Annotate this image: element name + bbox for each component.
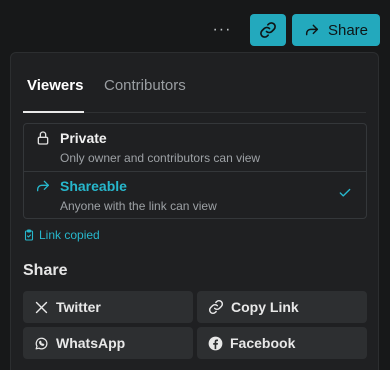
copy-link-button[interactable]: Copy Link	[197, 291, 367, 323]
tab-bar: Viewers Contributors	[23, 53, 366, 113]
more-dots-icon: ···	[212, 21, 232, 38]
copy-link-toolbar-button[interactable]	[249, 14, 286, 46]
copy-link-label: Copy Link	[231, 299, 299, 315]
tab-viewers[interactable]: Viewers	[27, 77, 83, 94]
tab-contributors[interactable]: Contributors	[104, 77, 186, 94]
visibility-options: Private Only owner and contributors can …	[23, 123, 367, 219]
share-button-label: Share	[327, 21, 368, 39]
lock-icon	[37, 131, 49, 145]
option-shareable[interactable]: Shareable Anyone with the link can view	[24, 171, 366, 218]
clipboard-icon	[24, 229, 34, 241]
option-shareable-title: Shareable	[60, 178, 127, 194]
link-icon	[208, 299, 224, 315]
x-logo-icon	[35, 301, 48, 313]
share-facebook-label: Facebook	[230, 335, 296, 351]
more-options-button[interactable]: ···	[206, 14, 238, 46]
check-icon	[339, 188, 351, 197]
option-shareable-description: Anyone with the link can view	[60, 199, 217, 213]
facebook-icon	[208, 336, 223, 350]
link-copied-text: Link copied	[39, 228, 100, 242]
option-private-description: Only owner and contributors can view	[60, 151, 261, 165]
option-private-title: Private	[60, 130, 107, 146]
share-whatsapp-button[interactable]: WhatsApp	[23, 327, 193, 359]
share-arrow-icon	[305, 24, 319, 36]
share-section-heading: Share	[23, 262, 68, 279]
page: ··· Share Viewers Contributors Private O…	[0, 0, 390, 370]
share-arrow-icon	[37, 180, 49, 192]
active-tab-indicator	[23, 111, 84, 113]
option-private[interactable]: Private Only owner and contributors can …	[24, 124, 366, 171]
share-popover: Viewers Contributors Private Only owner …	[10, 52, 379, 370]
share-button[interactable]: Share	[291, 14, 380, 46]
link-copied-status: Link copied	[23, 228, 100, 242]
share-whatsapp-label: WhatsApp	[56, 335, 126, 351]
whatsapp-icon	[35, 337, 48, 349]
top-toolbar: ··· Share	[206, 14, 380, 46]
link-icon	[260, 22, 276, 38]
share-facebook-button[interactable]: Facebook	[197, 327, 367, 359]
share-twitter-button[interactable]: Twitter	[23, 291, 193, 323]
share-twitter-label: Twitter	[56, 299, 101, 315]
